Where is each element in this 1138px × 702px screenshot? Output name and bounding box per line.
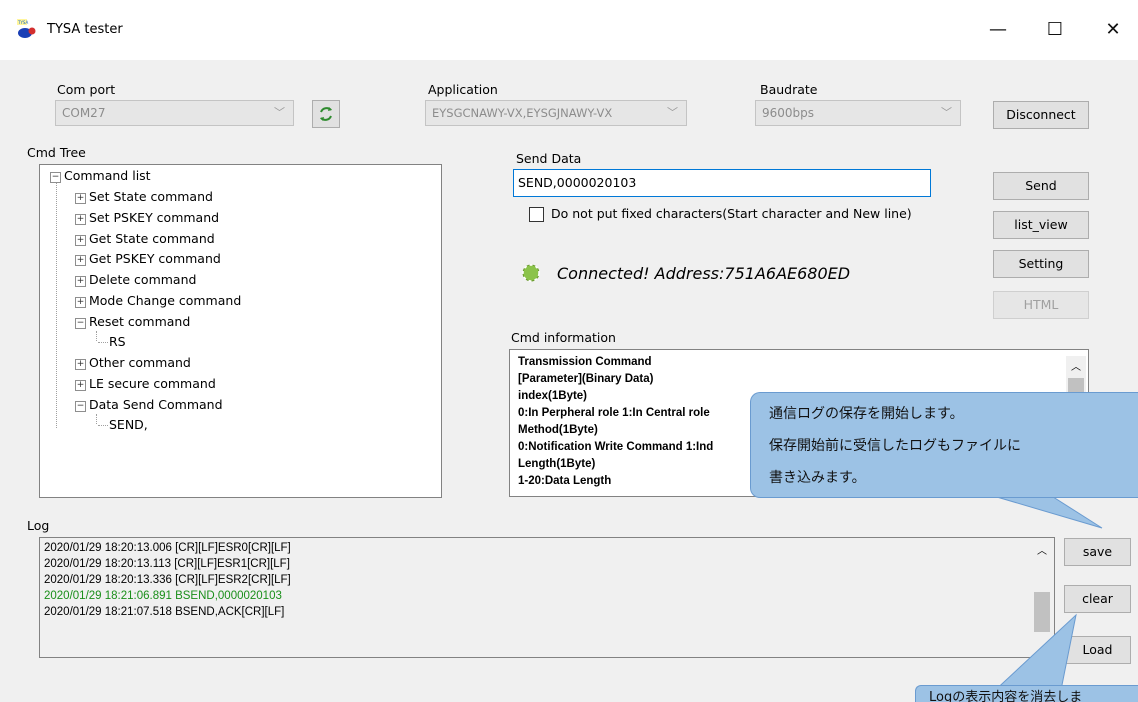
save-callout-line: 通信ログの保存を開始します。 [769, 406, 964, 422]
save-callout: 通信ログの保存を開始します。 保存開始前に受信したログもファイルに 書き込みます… [750, 392, 1138, 498]
clear-callout: Logの表示内容を消去しま [915, 685, 1138, 702]
save-callout-line: 保存開始前に受信したログもファイルに [769, 438, 1021, 454]
callout-tails [988, 494, 1103, 696]
save-callout-line: 書き込みます。 [769, 470, 866, 486]
clear-callout-text: Logの表示内容を消去しま [929, 690, 1083, 702]
